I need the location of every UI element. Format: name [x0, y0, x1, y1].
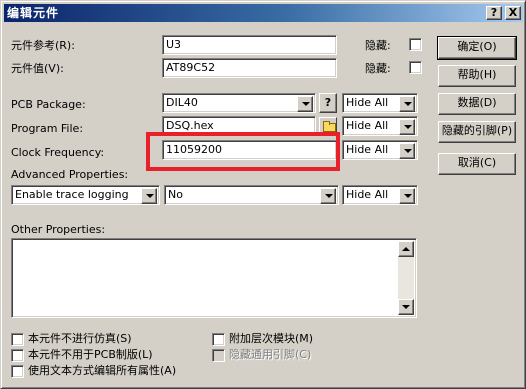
- ref-label: 元件参考(R):: [11, 39, 75, 52]
- text-edit-label: 使用文本方式编辑所有属性(A): [28, 364, 177, 377]
- other-properties-textarea[interactable]: [11, 238, 417, 318]
- exclude-pcb-checkbox[interactable]: [11, 349, 24, 362]
- no-simulate-label: 本元件不进行仿真(S): [28, 332, 132, 345]
- scrollbar[interactable]: [398, 241, 414, 315]
- scroll-up-icon[interactable]: [398, 241, 414, 257]
- value-hidden-checkbox[interactable]: [409, 61, 422, 74]
- text-edit-checkbox[interactable]: [11, 365, 24, 378]
- no-simulate-checkbox[interactable]: [11, 333, 24, 346]
- edit-component-dialog: 编辑元件 ? X 元件参考(R): U3 隐藏: 元件值(V): AT89C52…: [0, 0, 526, 389]
- exclude-pcb-label: 本元件不用于PCB制版(L): [28, 348, 153, 361]
- advanced-value: No: [168, 188, 183, 201]
- advanced-property-value: Enable trace logging: [15, 188, 129, 201]
- chevron-down-icon[interactable]: [399, 143, 415, 159]
- value-input[interactable]: AT89C52: [162, 58, 337, 78]
- title-bar[interactable]: 编辑元件 ? X: [4, 4, 523, 22]
- advanced-value-select[interactable]: No: [164, 185, 339, 205]
- hidden-pins-button[interactable]: 隐藏的引脚(P): [438, 121, 516, 143]
- pcb-package-visibility-value: Hide All: [346, 96, 389, 109]
- chevron-down-icon[interactable]: [399, 188, 415, 204]
- program-file-visibility-select[interactable]: Hide All: [342, 116, 418, 136]
- pcb-package-visibility-select[interactable]: Hide All: [342, 93, 418, 113]
- chevron-down-icon[interactable]: [297, 96, 313, 112]
- ref-hidden-checkbox[interactable]: [409, 38, 422, 51]
- chevron-down-icon[interactable]: [320, 188, 336, 204]
- advanced-property-select[interactable]: Enable trace logging: [11, 185, 160, 205]
- pcb-package-select[interactable]: DIL40: [162, 93, 316, 113]
- clock-frequency-label: Clock Frequency:: [11, 146, 105, 159]
- chevron-down-icon[interactable]: [399, 119, 415, 135]
- help-title-button[interactable]: ?: [486, 6, 502, 20]
- attach-hierarchy-checkbox[interactable]: [212, 333, 225, 346]
- other-properties-label: Other Properties:: [11, 223, 106, 236]
- data-button[interactable]: 数据(D): [438, 93, 516, 115]
- ref-hidden-label: 隐藏:: [365, 39, 391, 52]
- cancel-button[interactable]: 取消(C): [438, 153, 516, 175]
- highlight-box: [146, 132, 340, 171]
- ok-button[interactable]: 确定(O): [437, 36, 517, 60]
- pcb-package-help-button[interactable]: ?: [319, 93, 337, 113]
- chevron-down-icon[interactable]: [141, 188, 157, 204]
- scroll-down-icon[interactable]: [398, 299, 414, 315]
- hide-common-pins-checkbox: [212, 349, 225, 362]
- attach-hierarchy-label: 附加层次模块(M): [229, 332, 314, 345]
- help-button[interactable]: 帮助(H): [438, 65, 516, 87]
- value-label: 元件值(V):: [11, 62, 64, 75]
- close-button[interactable]: X: [505, 6, 521, 20]
- pcb-package-value: DIL40: [166, 96, 198, 109]
- program-file-label: Program File:: [11, 122, 84, 135]
- chevron-down-icon[interactable]: [399, 96, 415, 112]
- advanced-properties-label: Advanced Properties:: [11, 168, 129, 181]
- clock-frequency-visibility-value: Hide All: [346, 143, 389, 156]
- hide-common-pins-label: 隐藏通用引脚(C): [229, 348, 312, 361]
- program-file-visibility-value: Hide All: [346, 119, 389, 132]
- advanced-visibility-select[interactable]: Hide All: [342, 185, 418, 205]
- advanced-visibility-value: Hide All: [346, 188, 389, 201]
- dialog-title: 编辑元件: [7, 6, 60, 20]
- value-hidden-label: 隐藏:: [365, 62, 391, 75]
- clock-frequency-visibility-select[interactable]: Hide All: [342, 140, 418, 160]
- ref-input[interactable]: U3: [162, 35, 337, 55]
- pcb-package-label: PCB Package:: [11, 98, 86, 111]
